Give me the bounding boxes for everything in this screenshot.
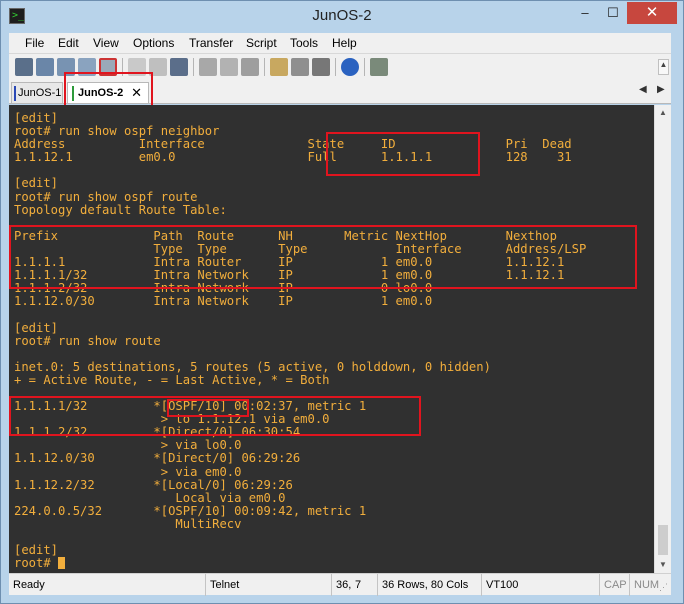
terminal-line: Topology default Route Table: xyxy=(14,202,227,217)
menu-file[interactable]: File xyxy=(25,36,44,50)
tab-junos-2[interactable]: JunOS-2 ✕ xyxy=(67,82,149,103)
terminal-line: [edit] xyxy=(14,176,59,191)
terminal-line: 224.0.0.5/32 *[OSPF/10] 00:09:42, metric… xyxy=(14,503,367,518)
terminal-line: inet.0: 5 destinations, 5 routes (5 acti… xyxy=(14,359,491,374)
toolbar-separator xyxy=(122,58,123,76)
find-icon[interactable] xyxy=(170,58,188,76)
terminal-prompt: root# xyxy=(14,556,59,571)
tab-label: JunOS-2 xyxy=(78,87,124,99)
menu-script[interactable]: Script xyxy=(246,36,277,50)
terminal-line: 1.1.12.2/32 *[Local/0] 06:29:26 xyxy=(14,477,293,492)
tab-scroll-right-icon[interactable]: ▶ xyxy=(657,84,665,95)
title-bar[interactable]: >_ JunOS-2 – ☐ ✕ xyxy=(1,1,683,33)
status-num: NUM xyxy=(629,574,661,596)
terminal-output[interactable]: [edit] root# run show ospf neighbor Addres… xyxy=(9,105,654,573)
terminal-line: root# run show route xyxy=(14,333,161,348)
menu-bar: File Edit View Options Transfer Script T… xyxy=(9,33,671,53)
scroll-down-icon[interactable]: ▼ xyxy=(655,557,671,573)
terminal-line: 1.1.12.1 em0.0 Full 1.1.1.1 128 31 xyxy=(14,150,572,165)
tab-junos-1[interactable]: JunOS-1 xyxy=(11,82,63,103)
print-setup-icon[interactable] xyxy=(199,58,217,76)
quick-connect-icon[interactable] xyxy=(36,58,54,76)
copy-icon[interactable] xyxy=(128,58,146,76)
toolbar-separator xyxy=(364,58,365,76)
maximize-button[interactable]: ☐ xyxy=(599,2,627,24)
close-button[interactable]: ✕ xyxy=(627,2,677,24)
help-icon[interactable] xyxy=(341,58,359,76)
terminal-lines: [edit] root# run show ospf neighbor Addres… xyxy=(14,111,586,570)
toolbar-separator xyxy=(335,58,336,76)
terminal-line: MultiRecv xyxy=(14,516,242,531)
terminal-cursor xyxy=(58,557,66,570)
status-bar: Ready Telnet 36, 7 36 Rows, 80 Cols VT10… xyxy=(9,573,671,596)
menu-tools[interactable]: Tools xyxy=(290,36,318,50)
connect-in-tab-icon[interactable] xyxy=(57,58,75,76)
toolbar-chevron-up-icon[interactable]: ▲ xyxy=(658,59,669,75)
menu-options[interactable]: Options xyxy=(133,36,174,50)
terminal-line: 1.1.12.0/30 Intra Network IP 1 em0.0 xyxy=(14,294,433,309)
terminal-line: + = Active Route, - = Last Active, * = B… xyxy=(14,372,330,387)
status-cursor-row: 36, xyxy=(331,574,351,596)
menu-view[interactable]: View xyxy=(93,36,119,50)
status-protocol: Telnet xyxy=(205,574,331,596)
app-window: >_ JunOS-2 – ☐ ✕ File Edit View Options … xyxy=(0,0,684,604)
session-tab-bar: JunOS-1 JunOS-2 ✕ ◀ ▶ xyxy=(9,80,671,104)
vertical-scrollbar[interactable]: ▲ ▼ xyxy=(654,105,671,573)
tab-scroll-left-icon[interactable]: ◀ xyxy=(639,84,647,95)
minimize-button[interactable]: – xyxy=(571,2,599,24)
reconnect-icon[interactable] xyxy=(78,58,96,76)
global-options-icon[interactable] xyxy=(291,58,309,76)
terminal-line: Prefix Path Route NH Metric NextHop Next… xyxy=(14,228,557,243)
menu-help[interactable]: Help xyxy=(332,36,357,50)
status-terminal-type: VT100 xyxy=(481,574,599,596)
menu-transfer[interactable]: Transfer xyxy=(189,36,233,50)
terminal-line: > via em0.0 xyxy=(14,464,242,479)
terminal-line: 1.1.12.0/30 *[Direct/0] 06:29:26 xyxy=(14,451,301,466)
toolbar-separator xyxy=(264,58,265,76)
tab-label: JunOS-1 xyxy=(18,87,62,99)
toolbar: ▲ xyxy=(9,53,671,80)
status-size: 36 Rows, 80 Cols xyxy=(377,574,481,596)
print-screen-icon[interactable] xyxy=(241,58,259,76)
status-ready: Ready xyxy=(13,579,45,591)
terminal-line: root# run show ospf route xyxy=(14,189,198,204)
status-cursor-col: 7 xyxy=(355,579,362,591)
paste-icon[interactable] xyxy=(149,58,167,76)
disconnect-icon[interactable] xyxy=(99,58,117,76)
print-icon[interactable] xyxy=(220,58,238,76)
toolbar-separator xyxy=(193,58,194,76)
terminal-line: [edit] xyxy=(14,543,59,558)
menu-edit[interactable]: Edit xyxy=(58,36,79,50)
scroll-up-icon[interactable]: ▲ xyxy=(655,105,671,121)
connect-icon[interactable] xyxy=(15,58,33,76)
status-cap: CAP xyxy=(599,574,629,596)
tab-close-icon[interactable]: ✕ xyxy=(131,83,142,103)
terminal-line: [edit] xyxy=(14,320,59,335)
scroll-thumb[interactable] xyxy=(658,525,668,555)
sftp-icon[interactable] xyxy=(370,58,388,76)
resize-grip-icon[interactable]: ⋰ xyxy=(659,582,671,594)
terminal-prompt-line[interactable]: root# xyxy=(14,557,586,570)
session-options-icon[interactable] xyxy=(270,58,288,76)
keymap-icon[interactable] xyxy=(312,58,330,76)
terminal-line: Local via em0.0 xyxy=(14,490,286,505)
